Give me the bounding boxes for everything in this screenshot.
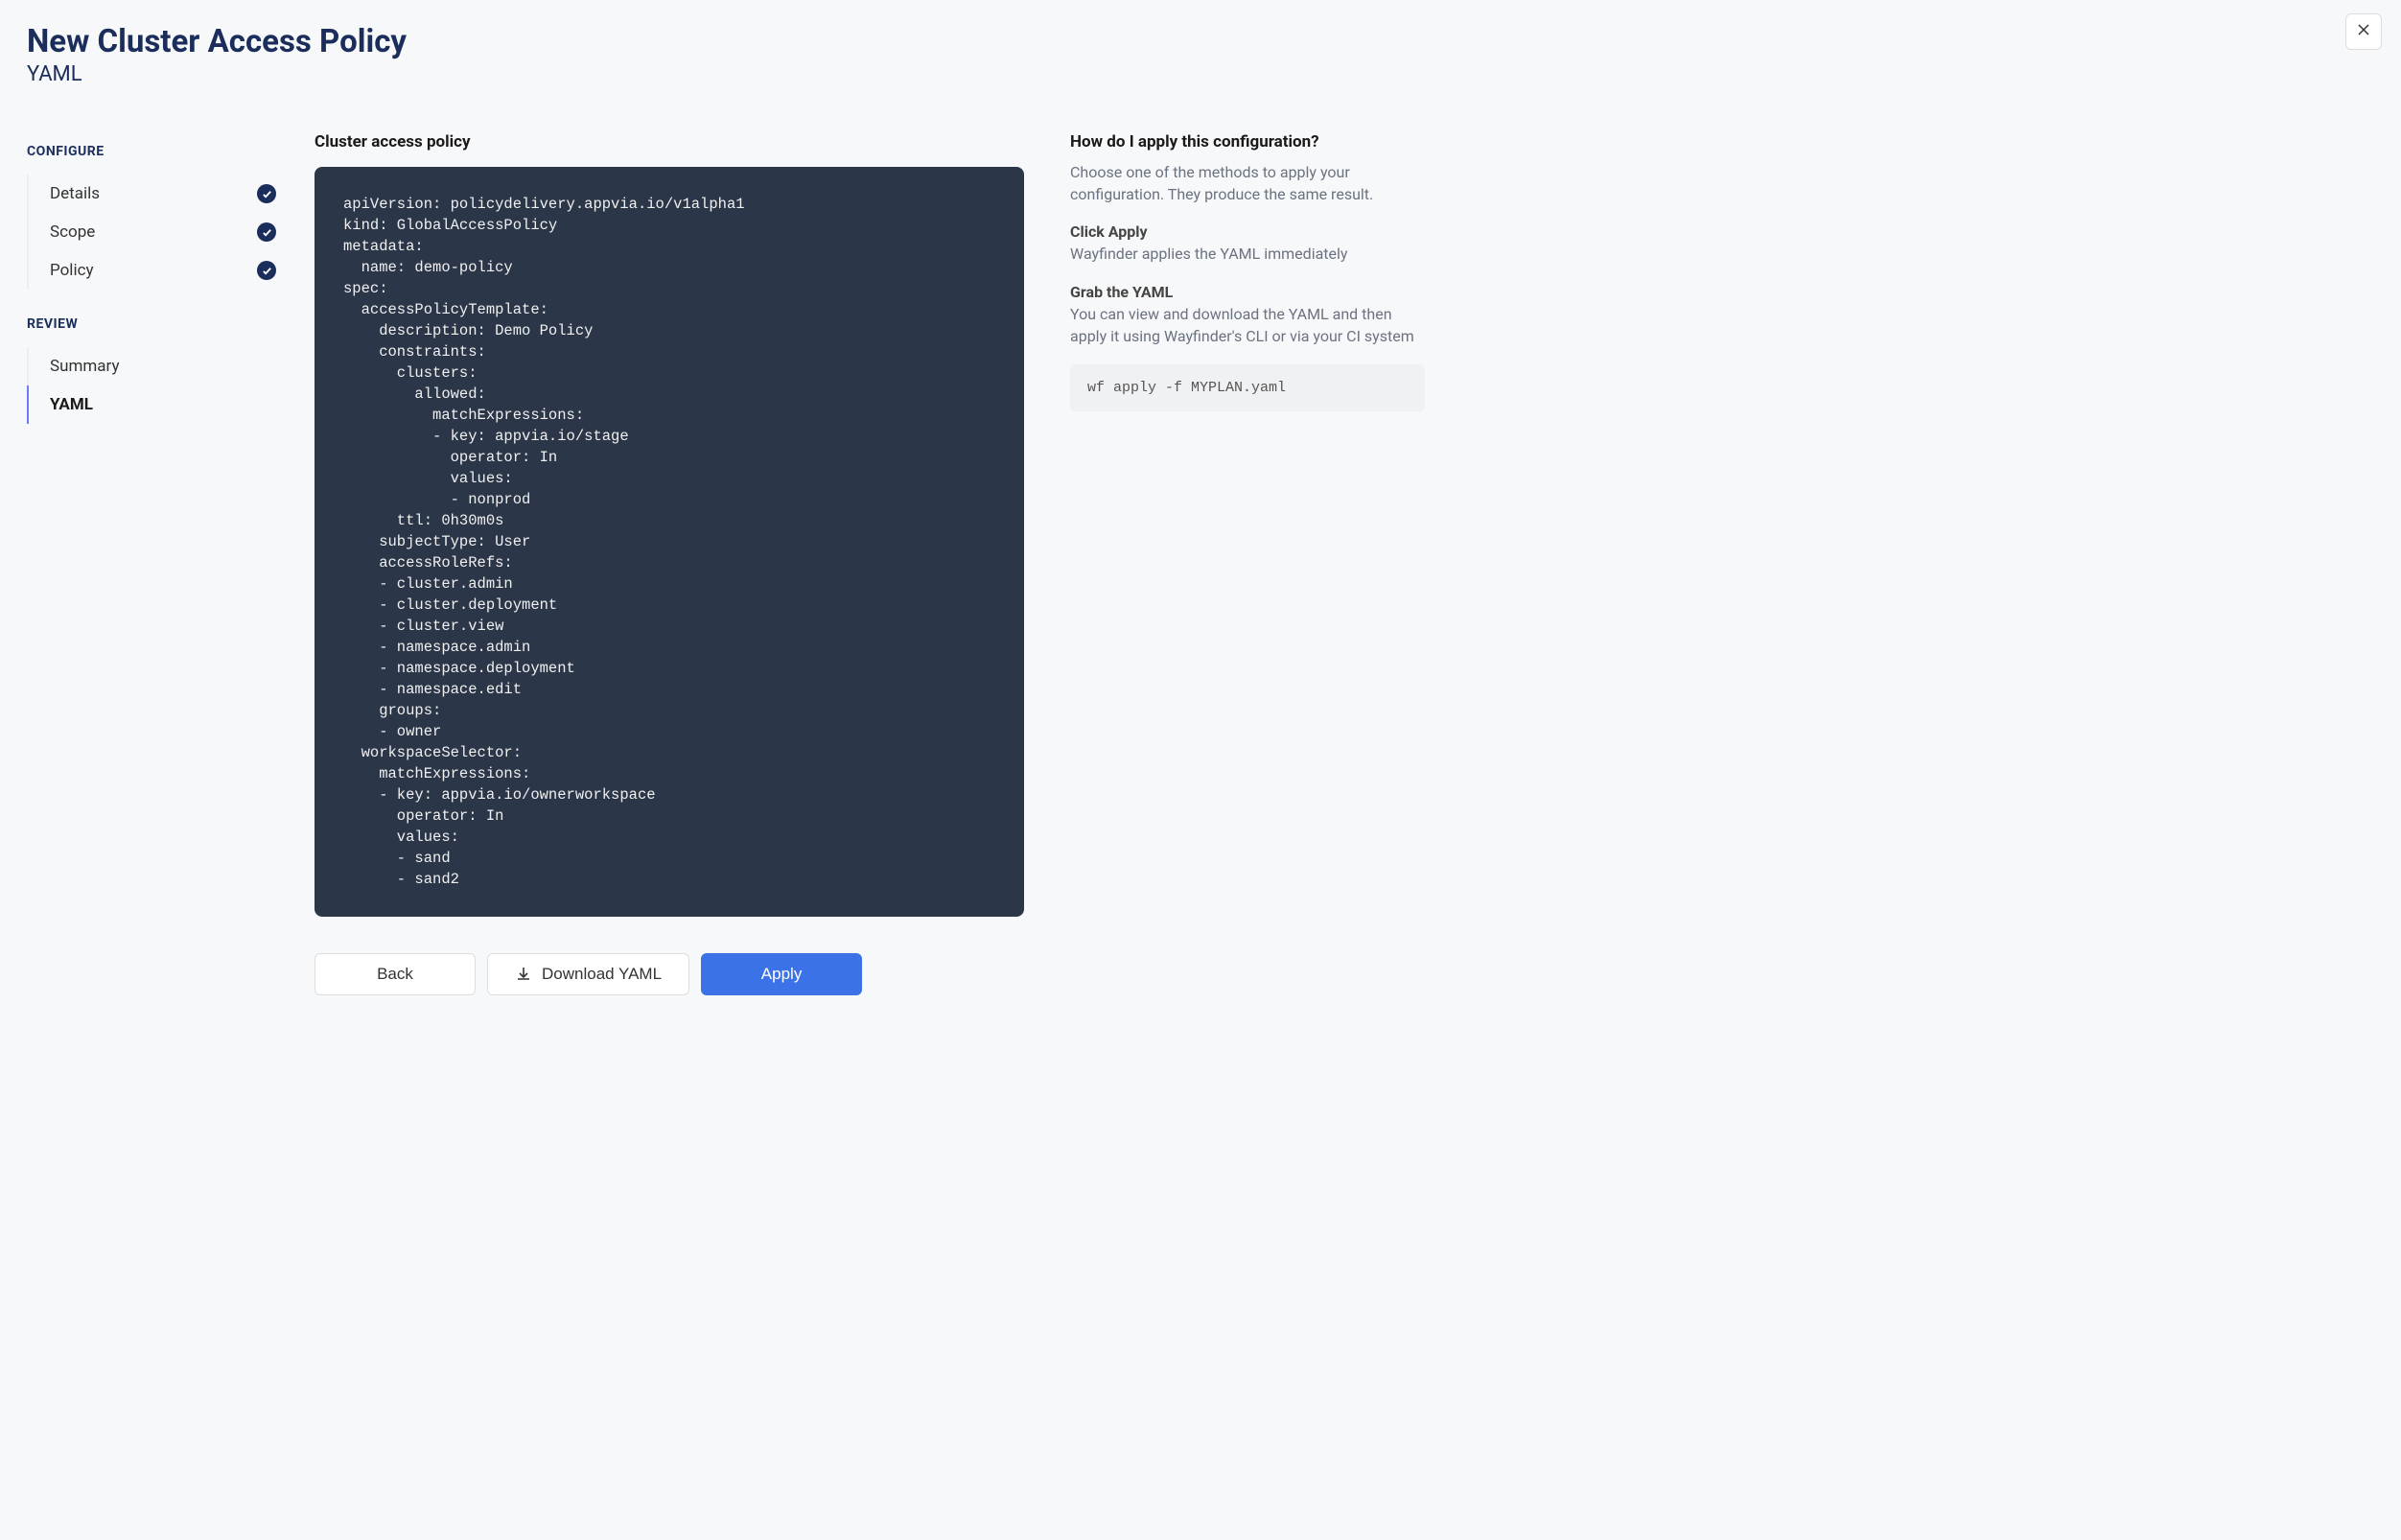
sidebar: CONFIGURE Details Scope Policy <box>27 132 276 995</box>
help-method2-body: You can view and download the YAML and t… <box>1070 303 1425 347</box>
sidebar-item-label: Details <box>50 184 100 203</box>
page-subtitle: YAML <box>27 62 2374 86</box>
configure-section-header: CONFIGURE <box>27 144 276 159</box>
download-icon <box>515 966 532 983</box>
check-icon <box>257 184 276 203</box>
sidebar-item-scope[interactable]: Scope <box>27 213 276 251</box>
apply-button-label: Apply <box>761 965 803 984</box>
back-button[interactable]: Back <box>315 953 476 995</box>
help-panel: How do I apply this configuration? Choos… <box>1070 132 1425 995</box>
page-title: New Cluster Access Policy <box>27 23 2374 60</box>
back-button-label: Back <box>377 965 413 984</box>
help-intro: Choose one of the methods to apply your … <box>1070 161 1425 205</box>
apply-button[interactable]: Apply <box>701 953 862 995</box>
close-icon <box>2356 22 2371 42</box>
help-heading: How do I apply this configuration? <box>1070 132 1425 152</box>
review-section-header: REVIEW <box>27 316 276 332</box>
cli-command: wf apply -f MYPLAN.yaml <box>1070 364 1425 411</box>
help-method1-title: Click Apply <box>1070 222 1425 241</box>
sidebar-item-label: YAML <box>50 395 93 414</box>
sidebar-item-details[interactable]: Details <box>27 175 276 213</box>
help-method2-title: Grab the YAML <box>1070 283 1425 301</box>
download-yaml-button[interactable]: Download YAML <box>487 953 689 995</box>
sidebar-item-yaml[interactable]: YAML <box>27 385 276 424</box>
download-button-label: Download YAML <box>542 965 662 984</box>
sidebar-item-policy[interactable]: Policy <box>27 251 276 290</box>
close-button[interactable] <box>2345 13 2382 50</box>
sidebar-item-label: Summary <box>50 357 119 376</box>
sidebar-item-summary[interactable]: Summary <box>27 347 276 385</box>
button-row: Back Download YAML Apply <box>315 953 1024 995</box>
sidebar-item-label: Policy <box>50 261 94 280</box>
check-icon <box>257 261 276 280</box>
check-icon <box>257 222 276 242</box>
content-heading: Cluster access policy <box>315 132 1024 152</box>
sidebar-item-label: Scope <box>50 222 95 242</box>
yaml-code-block: apiVersion: policydelivery.appvia.io/v1a… <box>315 167 1024 917</box>
help-method1-body: Wayfinder applies the YAML immediately <box>1070 243 1425 265</box>
